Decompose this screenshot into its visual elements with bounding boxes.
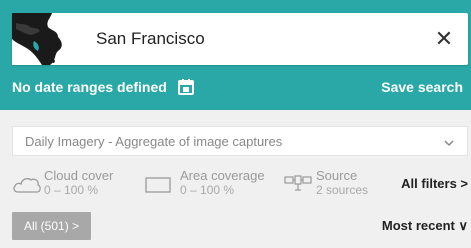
chevron-down-icon [443, 136, 455, 148]
area-icon [144, 172, 174, 201]
results-row: All (501) > Most recent ∨ [12, 212, 468, 240]
satellite-icon [284, 172, 312, 201]
date-range-label[interactable]: No date ranges defined [12, 79, 167, 95]
source-title: Source [316, 168, 358, 183]
all-filters-button[interactable]: All filters > [401, 176, 468, 191]
cloud-cover-value: 0 – 100 % [44, 183, 99, 197]
calendar-icon[interactable] [177, 78, 195, 96]
location-search-input[interactable]: San Francisco [96, 13, 205, 65]
area-coverage-title: Area coverage [180, 168, 265, 183]
search-header: San Francisco ✕ No date ranges defined S… [0, 0, 471, 110]
source-value: 2 sources [316, 183, 369, 197]
sort-dropdown[interactable]: Most recent ∨ [382, 218, 468, 234]
date-range-row[interactable]: No date ranges defined [12, 72, 195, 102]
close-icon[interactable]: ✕ [430, 25, 458, 53]
imagery-layer-value: Daily Imagery - Aggregate of image captu… [25, 134, 283, 149]
save-search-button[interactable]: Save search [381, 72, 463, 102]
map-thumbnail [12, 13, 84, 65]
results-count-button[interactable]: All (501) > [12, 212, 92, 240]
cloud-icon [12, 172, 42, 201]
area-coverage-value: 0 – 100 % [180, 183, 235, 197]
imagery-layer-select[interactable]: Daily Imagery - Aggregate of image captu… [12, 126, 468, 156]
source-filter[interactable]: Source 2 sources [284, 166, 380, 202]
location-search-box[interactable]: San Francisco ✕ [12, 13, 468, 65]
cloud-cover-filter[interactable]: Cloud cover 0 – 100 % [12, 166, 132, 202]
area-coverage-filter[interactable]: Area coverage 0 – 100 % [144, 166, 284, 202]
filters-row: Cloud cover 0 – 100 % Area coverage 0 – … [12, 166, 468, 202]
cloud-cover-title: Cloud cover [44, 168, 114, 183]
